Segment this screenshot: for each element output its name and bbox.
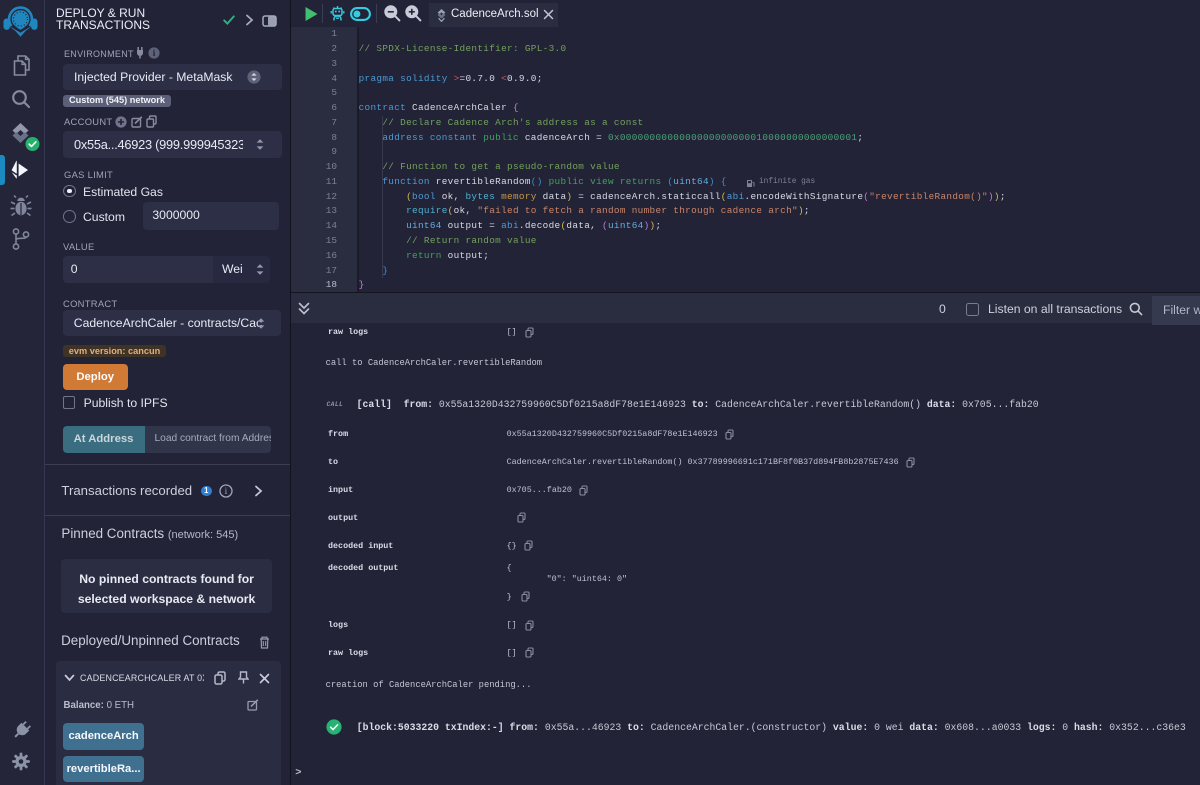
svg-text:i: i	[225, 487, 228, 497]
